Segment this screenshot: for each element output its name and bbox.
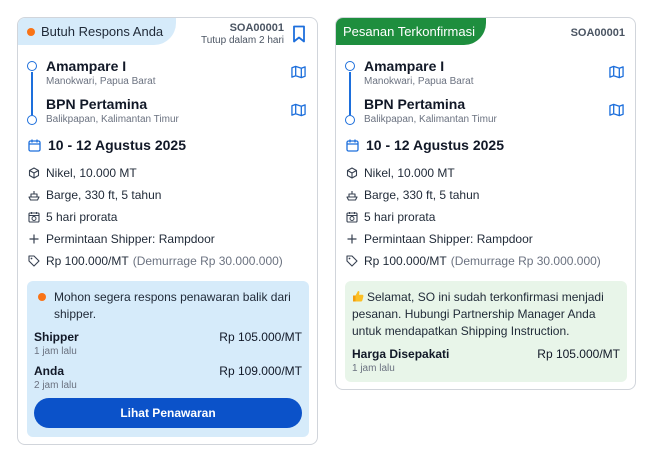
box-icon [346, 167, 358, 179]
calendar-clock-icon [28, 212, 40, 223]
status-badge: Butuh Respons Anda [18, 18, 176, 45]
panel-message-text: Mohon segera respons penawaran balik dar… [54, 290, 291, 321]
laytime-text: 5 hari prorata [364, 210, 436, 224]
price-tag-icon [28, 255, 40, 267]
route-line [31, 72, 33, 115]
price-tag-icon [346, 255, 358, 267]
price-text: Rp 100.000/MT [46, 254, 129, 268]
origin-region: Manokwari, Papua Barat [46, 76, 156, 87]
laytime-row: 5 hari prorata [28, 209, 117, 225]
alert-dot-icon [27, 27, 35, 36]
request-text: Permintaan Shipper: Rampdoor [364, 232, 533, 246]
calendar-icon [346, 139, 359, 152]
origin-marker-icon [345, 61, 355, 71]
calendar-clock-icon [346, 212, 358, 223]
request-row: Permintaan Shipper: Rampdoor [28, 231, 215, 247]
alert-dot-icon [38, 293, 46, 301]
plus-icon [29, 234, 39, 244]
origin-marker-icon [27, 61, 37, 71]
bookmark-icon[interactable] [292, 25, 306, 43]
offer-row-you: Anda Rp 109.000/MT 2 jam lalu [34, 364, 302, 391]
vessel-text: Barge, 330 ft, 5 tahun [364, 188, 480, 202]
order-code: SOA00001 [229, 22, 284, 34]
cargo-row: Nikel, 10.000 MT [346, 165, 455, 181]
agreed-time: 1 jam lalu [352, 363, 395, 374]
price-row: Rp 100.000/MT (Demurrage Rp 30.000.000) [346, 253, 601, 269]
destination-marker-icon [345, 115, 355, 125]
confirmation-panel: Selamat, SO ini sudah terkonfirmasi menj… [345, 281, 627, 382]
destination-region: Balikpapan, Kalimantan Timur [364, 114, 497, 125]
offer-row-shipper: Shipper Rp 105.000/MT 1 jam lalu [34, 330, 302, 357]
destination-name: BPN Pertamina [46, 96, 148, 112]
thumbs-up-icon [353, 291, 364, 302]
cargo-text: Nikel, 10.000 MT [46, 166, 137, 180]
origin-name: Amampare I [364, 58, 445, 74]
offer-time: 2 jam lalu [34, 380, 77, 391]
map-icon[interactable] [609, 103, 624, 117]
demurrage-text: (Demurrage Rp 30.000.000) [450, 254, 601, 268]
cargo-row: Nikel, 10.000 MT [28, 165, 137, 181]
date-range: 10 - 12 Agustus 2025 [48, 137, 186, 153]
order-code: SOA00001 [570, 27, 625, 39]
vessel-text: Barge, 330 ft, 5 tahun [46, 188, 162, 202]
route: Amampare I Manokwari, Papua Barat BPN Pe… [18, 58, 317, 128]
offer-price: Rp 105.000/MT [219, 330, 302, 344]
ship-icon [346, 191, 358, 201]
date-range: 10 - 12 Agustus 2025 [366, 137, 504, 153]
origin-name: Amampare I [46, 58, 127, 74]
destination: BPN Pertamina Balikpapan, Kalimantan Tim… [364, 96, 497, 127]
offer-price: Rp 109.000/MT [219, 364, 302, 378]
destination-name: BPN Pertamina [364, 96, 466, 112]
price-text: Rp 100.000/MT [364, 254, 447, 268]
status-label: Pesanan Terkonfirmasi [343, 24, 475, 39]
ship-icon [28, 191, 40, 201]
cargo-text: Nikel, 10.000 MT [364, 166, 455, 180]
status-badge: Pesanan Terkonfirmasi [336, 18, 486, 45]
map-icon[interactable] [291, 103, 306, 117]
closing-countdown: Tutup dalam 2 hari [200, 35, 284, 46]
laytime-row: 5 hari prorata [346, 209, 435, 225]
counter-offer-panel: Mohon segera respons penawaran balik dar… [27, 281, 309, 437]
panel-message: Mohon segera respons penawaran balik dar… [36, 289, 298, 323]
map-icon[interactable] [609, 65, 624, 79]
status-label: Butuh Respons Anda [41, 24, 164, 39]
request-text: Permintaan Shipper: Rampdoor [46, 232, 215, 246]
calendar-icon [28, 139, 41, 152]
schedule: 10 - 12 Agustus 2025 [28, 137, 186, 153]
request-row: Permintaan Shipper: Rampdoor [346, 231, 533, 247]
view-offer-button[interactable]: Lihat Penawaran [34, 398, 302, 428]
agreed-price-row: Harga Disepakati Rp 105.000/MT 1 jam lal… [352, 347, 620, 374]
box-icon [28, 167, 40, 179]
sales-order-card-pending[interactable]: Butuh Respons Anda SOA00001 Tutup dalam … [17, 17, 318, 445]
panel-message-text: Selamat, SO ini sudah terkonfirmasi menj… [352, 290, 604, 338]
price-row: Rp 100.000/MT (Demurrage Rp 30.000.000) [28, 253, 283, 269]
laytime-text: 5 hari prorata [46, 210, 118, 224]
schedule: 10 - 12 Agustus 2025 [346, 137, 504, 153]
demurrage-text: (Demurrage Rp 30.000.000) [132, 254, 283, 268]
destination: BPN Pertamina Balikpapan, Kalimantan Tim… [46, 96, 179, 127]
plus-icon [347, 234, 357, 244]
route: Amampare I Manokwari, Papua Barat BPN Pe… [336, 58, 635, 128]
panel-message: Selamat, SO ini sudah terkonfirmasi menj… [352, 289, 620, 340]
vessel-row: Barge, 330 ft, 5 tahun [346, 187, 479, 203]
origin-region: Manokwari, Papua Barat [364, 76, 474, 87]
route-line [349, 72, 351, 115]
destination-marker-icon [27, 115, 37, 125]
vessel-row: Barge, 330 ft, 5 tahun [28, 187, 161, 203]
origin: Amampare I Manokwari, Papua Barat [46, 58, 156, 89]
map-icon[interactable] [291, 65, 306, 79]
sales-order-card-confirmed[interactable]: Pesanan Terkonfirmasi SOA00001 Amampare … [335, 17, 636, 390]
origin: Amampare I Manokwari, Papua Barat [364, 58, 474, 89]
offer-time: 1 jam lalu [34, 346, 77, 357]
destination-region: Balikpapan, Kalimantan Timur [46, 114, 179, 125]
agreed-price-value: Rp 105.000/MT [537, 347, 620, 361]
